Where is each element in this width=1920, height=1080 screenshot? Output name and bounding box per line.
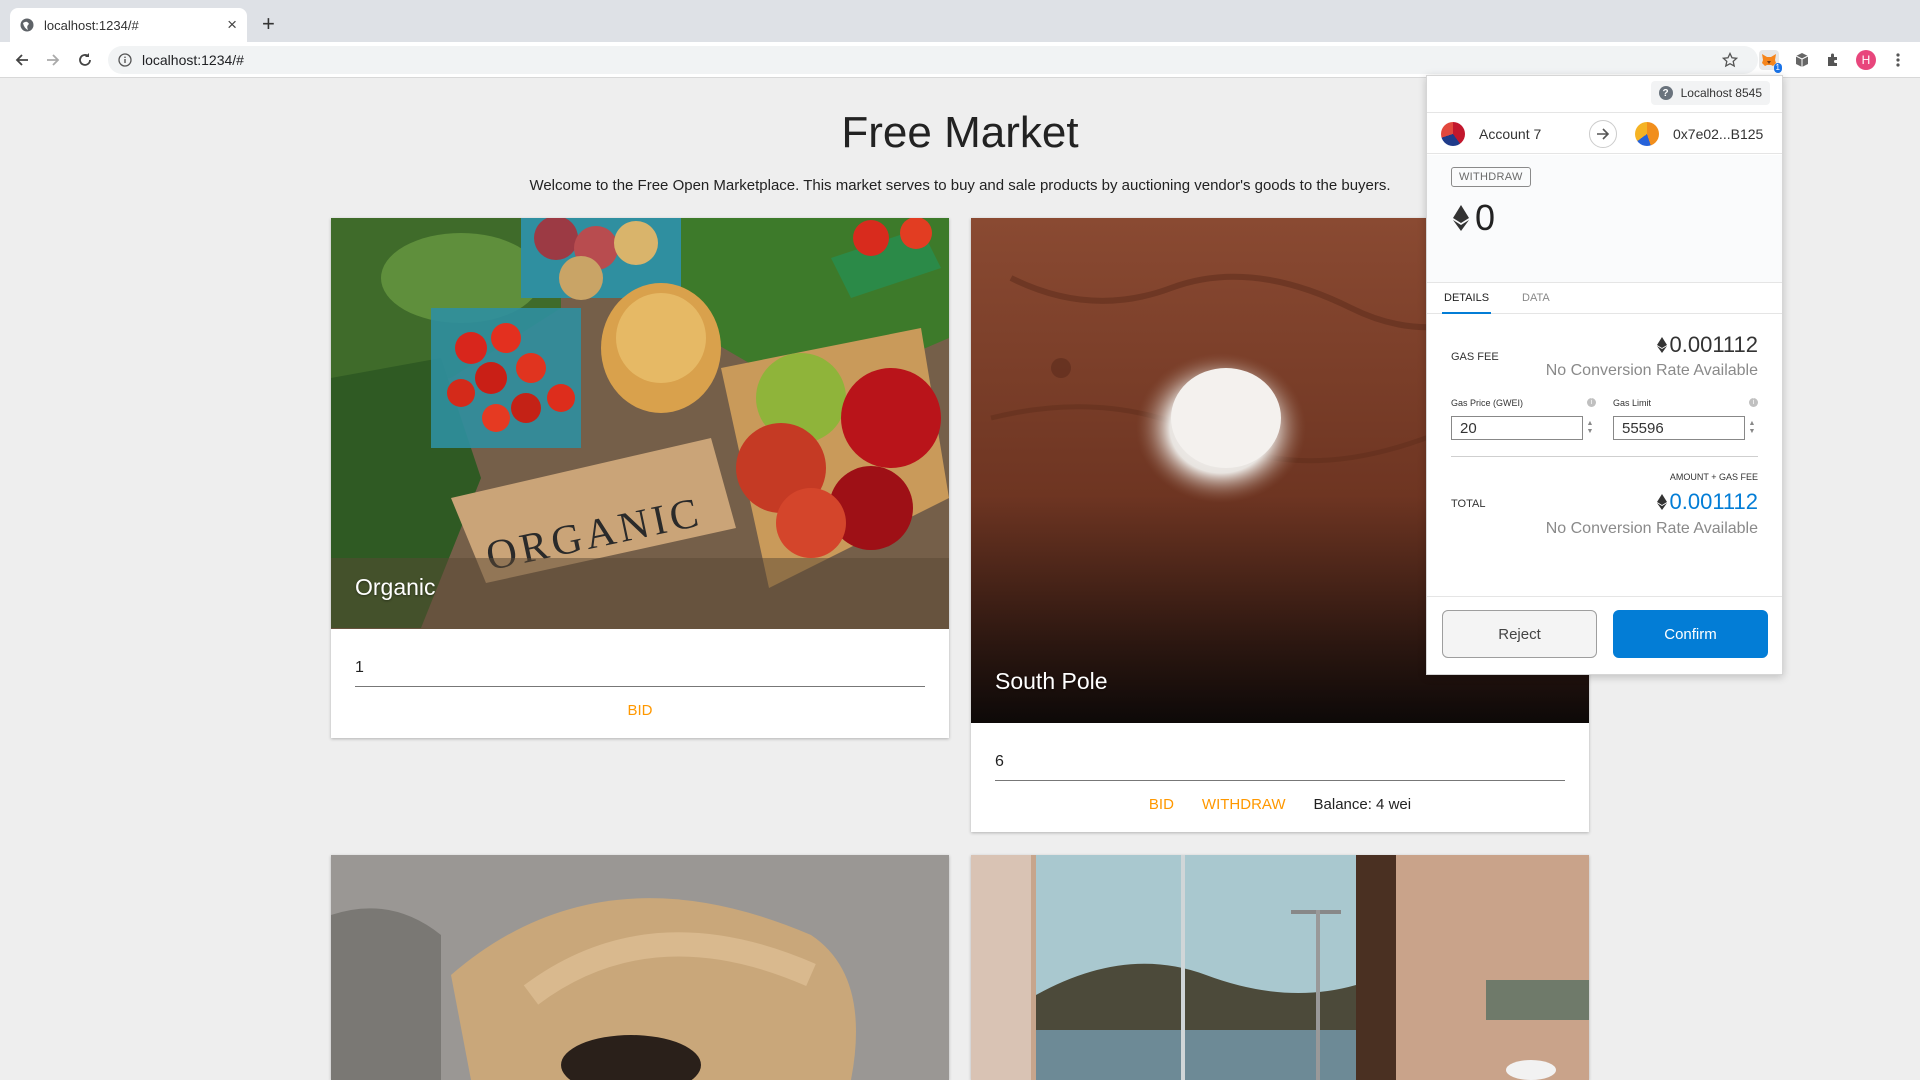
total-conversion: No Conversion Rate Available [1545,520,1758,537]
recipient-identicon [1635,122,1659,146]
network-selector[interactable]: ? Localhost 8545 [1650,81,1770,105]
gas-limit-input[interactable]: 55596 [1613,416,1745,440]
gas-fee-amount: 0.001112 [1656,332,1759,358]
tab-details[interactable]: DETAILS [1442,283,1492,314]
bookmark-star-icon[interactable] [1720,50,1740,70]
profile-avatar[interactable]: H [1856,50,1876,70]
gas-price-stepper[interactable]: ▲ ▼ [1585,416,1595,440]
gas-limit-stepper[interactable]: ▲ ▼ [1747,416,1757,440]
bid-amount-value: 6 [995,752,1004,770]
address-text: localhost:1234/# [142,52,244,68]
help-icon: ? [1658,86,1673,100]
back-icon[interactable] [10,48,34,72]
amount-value: 0 [1475,197,1496,238]
transaction-summary: WITHDRAW 0 [1427,155,1782,283]
card-actions: BID WITHDRAW Balance: 4 wei [971,796,1589,813]
gas-limit-value: 55596 [1622,419,1664,437]
menu-kebab-icon[interactable] [1888,50,1908,70]
card-title: Organic [355,574,436,600]
card-title: South Pole [995,668,1108,694]
method-badge: WITHDRAW [1451,167,1531,187]
bid-button[interactable]: BID [1149,796,1174,813]
reload-icon[interactable] [73,48,97,72]
gas-price-info-icon[interactable]: i [1587,398,1596,407]
account-bar: Account 7 0x7e02...B125 [1427,112,1782,154]
metamask-fox-icon[interactable]: 1 [1759,50,1782,73]
product-card-bathroom [971,855,1589,1080]
to-address: 0x7e02...B125 [1673,126,1764,142]
bid-button[interactable]: BID [627,702,652,719]
gas-fee-value: 0.001112 [1669,332,1759,357]
cube-extension-icon[interactable] [1792,50,1812,70]
total-amount: 0.001112 [1656,489,1759,515]
bid-amount-input[interactable]: 1 [355,649,925,687]
close-tab-icon[interactable]: × [227,15,237,35]
metamask-popup: ? Localhost 8545 Account 7 0x7e02...B125… [1426,75,1783,675]
product-card-painting [331,855,949,1080]
divider [1451,456,1758,457]
bid-amount-input[interactable]: 6 [995,743,1565,781]
tab-title: localhost:1234/# [44,17,139,33]
total-value: 0.001112 [1669,489,1759,514]
transaction-amount: 0 [1453,197,1495,239]
account-identicon [1441,122,1465,146]
bid-amount-value: 1 [355,658,364,676]
gas-limit-info-icon[interactable]: i [1749,398,1758,407]
organic-produce-image: ORGANIC Organic [331,218,949,629]
ethereum-icon [1656,494,1667,510]
total-caption: AMOUNT + GAS FEE [1669,472,1758,482]
gas-limit-label: Gas Limit [1613,398,1652,408]
ethereum-icon [1656,337,1667,353]
reject-button[interactable]: Reject [1442,610,1597,658]
gas-fee-conversion: No Conversion Rate Available [1545,362,1758,379]
tab-data[interactable]: DATA [1522,283,1550,314]
from-account-name: Account 7 [1479,126,1542,142]
forward-icon[interactable] [41,48,65,72]
gas-price-label: Gas Price (GWEI) [1451,398,1524,408]
product-card-organic: ORGANIC Organic 1 BID [331,218,949,738]
confirm-button[interactable]: Confirm [1613,610,1768,658]
details-tabs: DETAILS DATA [1427,283,1782,314]
browser-tab[interactable]: localhost:1234/# × [10,8,247,42]
popup-footer: Reject Confirm [1427,596,1782,676]
globe-icon [20,18,34,32]
to-account[interactable]: 0x7e02...B125 [1635,122,1763,146]
browser-toolbar: localhost:1234/# 1 H [0,42,1920,78]
extensions-puzzle-icon[interactable] [1823,50,1843,70]
tab-strip: localhost:1234/# × + [0,0,1920,42]
bathroom-image [971,855,1589,1080]
from-account[interactable]: Account 7 [1441,122,1541,146]
arrow-right-icon [1589,120,1617,148]
balance-text: Balance: 4 wei [1313,796,1412,813]
ethereum-icon [1453,205,1469,231]
painting-image [331,855,949,1080]
card-actions: BID [331,702,949,719]
address-bar[interactable]: localhost:1234/# [108,46,1758,74]
network-name: Localhost 8545 [1680,86,1762,100]
gas-price-input[interactable]: 20 [1451,416,1583,440]
gas-price-value: 20 [1460,419,1477,437]
extension-badge: 1 [1773,63,1782,73]
new-tab-button[interactable]: + [262,12,275,36]
withdraw-button[interactable]: WITHDRAW [1202,796,1286,813]
total-label: TOTAL [1451,498,1486,510]
info-icon[interactable] [118,53,132,67]
gas-fee-label: GAS FEE [1451,351,1499,363]
